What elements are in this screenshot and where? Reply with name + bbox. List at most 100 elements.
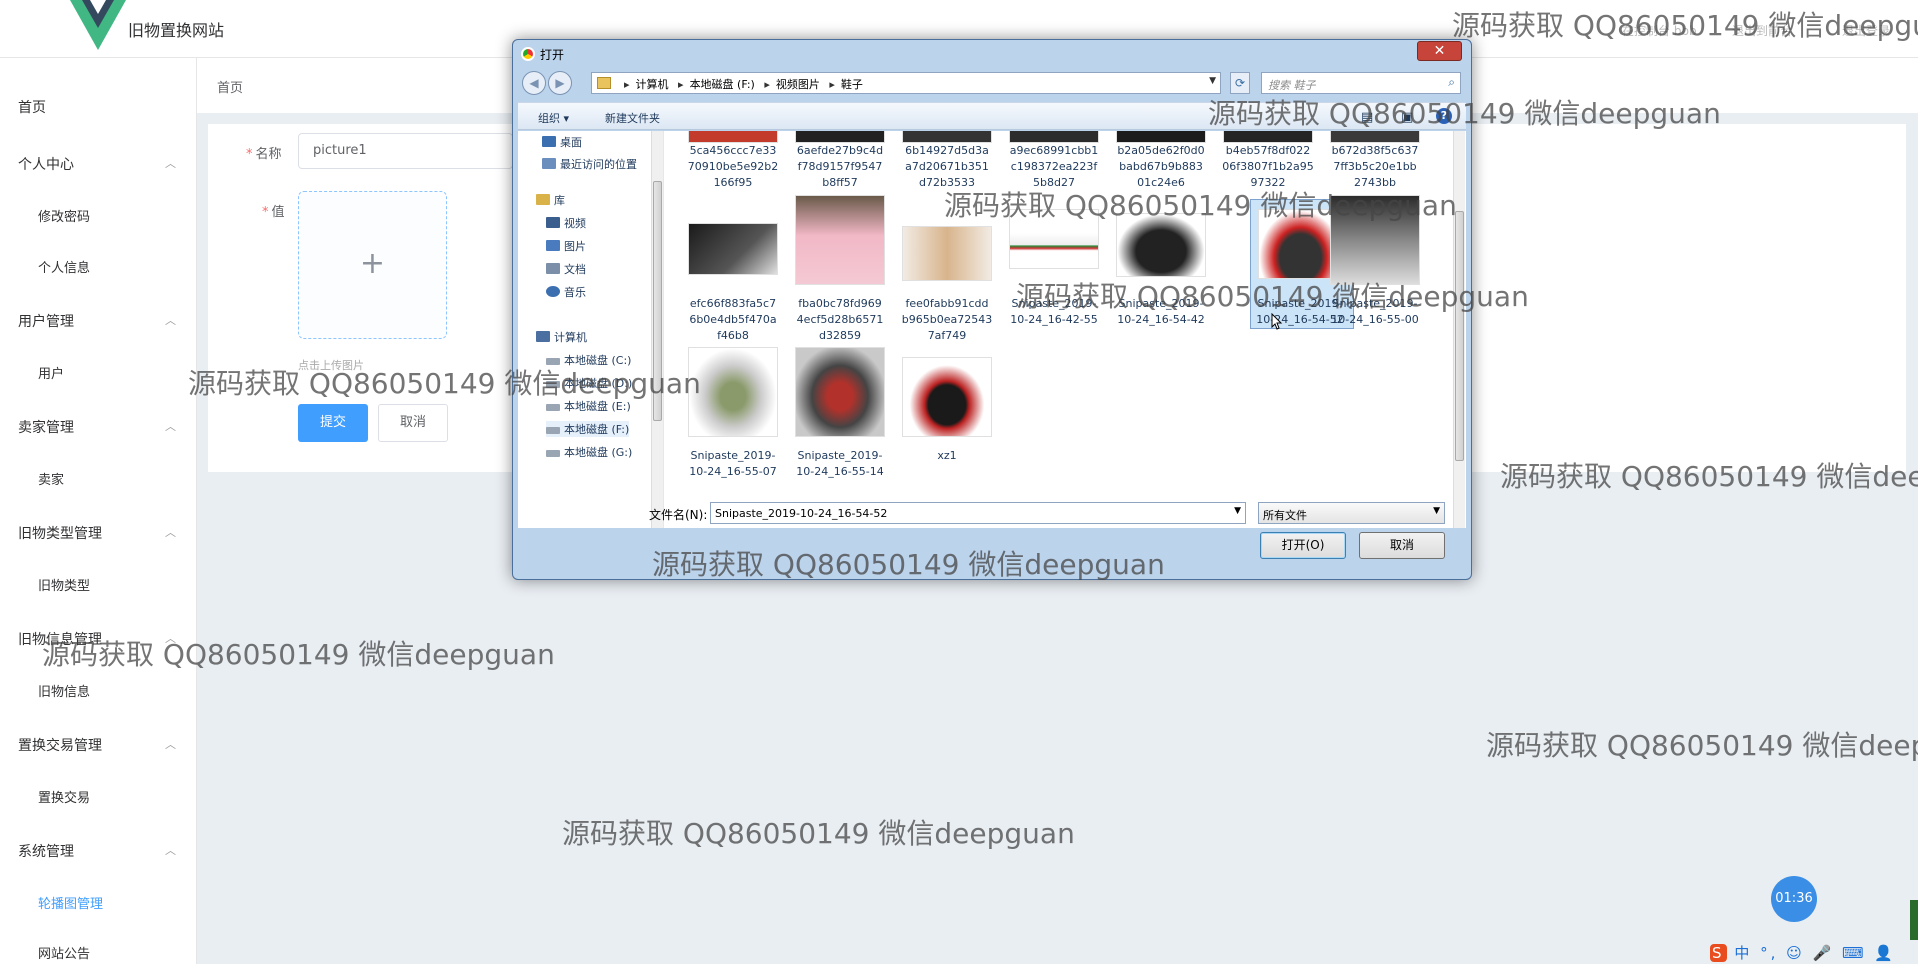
file-thumbnail[interactable] [795, 131, 885, 143]
new-folder-button[interactable]: 新建文件夹 [605, 110, 660, 126]
path-shoes[interactable]: 鞋子 [841, 78, 863, 91]
sidebar-item-item-types[interactable]: 旧物类型 [38, 575, 90, 594]
file-name[interactable]: Snipaste_2019- 10-24_16-55-00 [1325, 296, 1425, 328]
folder-icon [597, 77, 611, 89]
sidebar-item-personal-center[interactable]: 个人中心 [18, 154, 74, 174]
file-name[interactable]: b4eb57f8df022 06f3807f1b2a95 97322 [1218, 143, 1318, 191]
help-icon[interactable]: ? [1436, 108, 1452, 124]
console-link[interactable]: 在控制台 bbb [1622, 22, 1697, 39]
sidebar-item-seller-management[interactable]: 卖家管理 [18, 417, 74, 437]
sidebar-item-system-management[interactable]: 系统管理 [18, 841, 74, 861]
sidebar-item-users[interactable]: 用户 [38, 363, 64, 382]
file-thumbnail[interactable] [1116, 213, 1206, 277]
sidebar-item-item-type-management[interactable]: 旧物类型管理 [18, 523, 102, 543]
cancel-button[interactable]: 取消 [378, 404, 448, 442]
tree-item-drive-c[interactable]: 本地磁盘 (C:) [546, 352, 631, 368]
logout-link[interactable]: 退出登录 [1842, 22, 1890, 39]
sidebar-item-exchange-management[interactable]: 置换交易管理 [18, 735, 102, 755]
tree-scroll-thumb[interactable] [653, 181, 662, 421]
sidebar-item-change-password[interactable]: 修改密码 [38, 206, 90, 225]
file-thumbnail[interactable] [1116, 131, 1206, 143]
tree-item-drive-e[interactable]: 本地磁盘 (E:) [546, 398, 631, 414]
forward-icon[interactable]: ▶ [548, 71, 572, 95]
sidebar-item-exchanges[interactable]: 置换交易 [38, 787, 90, 806]
back-icon[interactable]: ◀ [522, 71, 546, 95]
tree-item-music[interactable]: 音乐 [546, 284, 586, 300]
file-thumbnail[interactable] [688, 223, 778, 275]
tree-item-drive-g[interactable]: 本地磁盘 (G:) [546, 444, 632, 460]
file-thumbnail[interactable] [795, 347, 885, 437]
file-name[interactable]: a9ec68991cbb1 c198372ea223f 5b8d27 [1004, 143, 1104, 191]
file-thumbnail[interactable] [1330, 131, 1420, 143]
file-thumbnail[interactable] [688, 347, 778, 437]
path-video-images[interactable]: 视频图片 [776, 78, 820, 91]
file-name[interactable]: b2a05de62f0d0 babd67b9b883 01c24e6 [1111, 143, 1211, 191]
preview-pane-icon[interactable]: ▣ [1401, 110, 1413, 125]
file-name[interactable]: 5ca456ccc7e33 70910be5e92b2 166f95 [683, 143, 783, 191]
image-upload[interactable]: + [298, 191, 447, 339]
sidebar-item-sellers[interactable]: 卖家 [38, 469, 64, 488]
organize-button[interactable]: 组织 ▾ [538, 110, 569, 126]
view-icon[interactable]: ▤ [1361, 110, 1373, 125]
file-scroll-thumb[interactable] [1455, 211, 1464, 461]
file-thumbnail[interactable] [902, 131, 992, 143]
sidebar-item-carousel-management[interactable]: 轮播图管理 [38, 893, 103, 912]
file-name[interactable]: fee0fabb91cdd b965b0ea72543 7af749 [897, 296, 997, 344]
file-thumbnail[interactable] [688, 131, 778, 143]
tree-item-pictures[interactable]: 图片 [546, 238, 586, 254]
file-thumbnail[interactable] [1223, 131, 1313, 143]
sidebar-item-item-info[interactable]: 旧物信息 [38, 681, 90, 700]
tree-item-drive-f[interactable]: 本地磁盘 (F:) [546, 421, 630, 437]
file-thumbnail[interactable] [1330, 195, 1420, 285]
file-name[interactable]: Snipaste_2019- 10-24_16-42-55 [1004, 296, 1104, 328]
file-thumbnail[interactable] [1009, 209, 1099, 269]
tree-item-computer[interactable]: 计算机 [536, 329, 587, 345]
tree-item-videos[interactable]: 视频 [546, 215, 586, 231]
filetype-select[interactable]: 所有文件 ▼ [1258, 502, 1445, 524]
file-name[interactable]: b672d38f5c637 7ff3b5c20e1bb 2743bb [1325, 143, 1425, 191]
close-button[interactable]: ✕ [1417, 41, 1462, 61]
ime-tray[interactable]: S 中 °, ☺ 🎤 ⌨ 👤 👕 ⊞ [1710, 942, 1918, 964]
open-button[interactable]: 打开(O) [1260, 532, 1346, 559]
file-name[interactable]: Snipaste_2019- 10-24_16-55-14 [790, 448, 890, 480]
sidebar-item-item-info-management[interactable]: 旧物信息管理 [18, 629, 102, 649]
sidebar-item-announcements[interactable]: 网站公告 [38, 943, 90, 962]
sidebar-item-user-management[interactable]: 用户管理 [18, 311, 74, 331]
file-thumbnail[interactable] [1009, 131, 1099, 143]
file-thumbnail[interactable] [902, 226, 992, 281]
file-name[interactable]: 6b14927d5d3a a7d20671b351 d72b3533 [897, 143, 997, 191]
tree-item-drive-d[interactable]: 本地磁盘 (D:) [546, 375, 632, 391]
chevron-down-icon[interactable]: ▼ [1209, 76, 1216, 86]
tree-item-recent[interactable]: 最近访问的位置 [542, 156, 637, 172]
tree-item-documents[interactable]: 文档 [546, 261, 586, 277]
file-name[interactable]: xz1 [897, 448, 997, 464]
filename-input[interactable]: Snipaste_2019-10-24_16-54-52 ▼ [710, 502, 1246, 524]
chevron-down-icon[interactable]: ▼ [1234, 506, 1241, 516]
path-drive-f[interactable]: 本地磁盘 (F:) [690, 78, 755, 91]
file-name[interactable]: fba0bc78fd969 4ecf5d28b6571 d32859 [790, 296, 890, 344]
submit-button[interactable]: 提交 [298, 404, 368, 442]
refresh-icon[interactable]: ⟳ [1230, 72, 1250, 94]
breadcrumb-home[interactable]: 首页 [217, 77, 243, 96]
file-name[interactable]: Snipaste_2019- 10-24_16-54-42 [1111, 296, 1211, 328]
file-thumbnail[interactable] [902, 357, 992, 437]
tree-item-desktop[interactable]: 桌面 [542, 134, 582, 150]
file-name[interactable]: Snipaste_2019- 10-24_16-55-07 [683, 448, 783, 480]
address-bar[interactable]: ▸ 计算机 ▸ 本地磁盘 (F:) ▸ 视频图片 ▸ 鞋子 ▼ [591, 72, 1221, 94]
file-name[interactable]: efc66f883fa5c7 6b0e4db5f470a f46b8 [683, 296, 783, 344]
tree-scrollbar[interactable] [651, 131, 663, 528]
sidebar-item-home[interactable]: 首页 [18, 97, 46, 117]
file-list-scrollbar[interactable] [1453, 131, 1465, 528]
path-computer[interactable]: 计算机 [636, 78, 669, 91]
scrollbar[interactable] [1910, 900, 1918, 940]
tree-item-libraries[interactable]: 库 [536, 192, 565, 208]
file-name[interactable]: 6aefde27b9c4d f78d9157f9547 b8ff57 [790, 143, 890, 191]
name-input[interactable]: picture1 [298, 133, 513, 169]
watermark: 源码获取 QQ86050149 微信deepguan [562, 817, 1075, 850]
chevron-up-icon: ︿ [165, 844, 176, 857]
sidebar-item-personal-info[interactable]: 个人信息 [38, 257, 90, 276]
dialog-cancel-button[interactable]: 取消 [1359, 532, 1445, 559]
go-frontend-link[interactable]: 退出到前台 [1732, 22, 1792, 39]
search-input[interactable]: 搜索 鞋子 ⌕ [1261, 72, 1461, 94]
file-thumbnail[interactable] [795, 195, 885, 285]
